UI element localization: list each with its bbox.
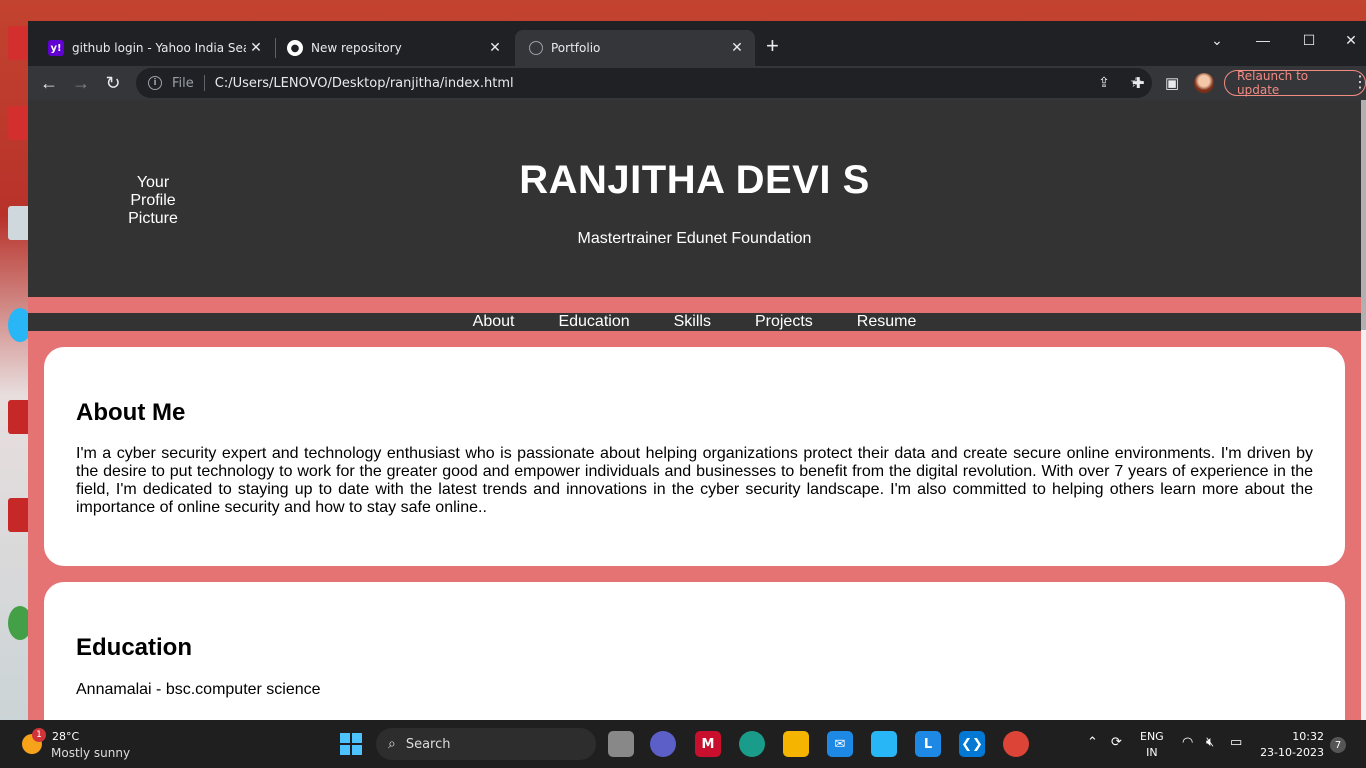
back-button[interactable]: ← — [36, 70, 62, 96]
weather-condition[interactable]: Mostly sunny — [51, 746, 130, 760]
site-header: Your Profile Picture RANJITHA DEVI S Mas… — [28, 100, 1361, 297]
sync-icon[interactable]: ⟳ — [1111, 735, 1122, 750]
tab-title: github login - Yahoo India Search — [72, 41, 246, 55]
share-icon[interactable]: ⇪ — [1088, 75, 1120, 91]
computer-icon[interactable] — [871, 731, 897, 757]
info-icon[interactable]: i — [148, 76, 162, 90]
nav-link-about[interactable]: About — [473, 313, 515, 331]
page-scrollbar[interactable] — [1361, 100, 1366, 720]
new-tab-button[interactable]: + — [766, 35, 779, 57]
battery-icon[interactable]: ▭ — [1230, 735, 1242, 750]
about-section: About Me I'm a cyber security expert and… — [44, 347, 1345, 566]
section-heading: Education — [76, 634, 193, 661]
profile-avatar[interactable] — [1194, 73, 1214, 93]
tab-strip: y! github login - Yahoo India Search ✕ ●… — [28, 21, 1366, 66]
site-nav: About Education Skills Projects Resume — [28, 313, 1361, 331]
reload-button[interactable]: ↻ — [100, 70, 126, 96]
date: 23-10-2023 — [1260, 746, 1324, 759]
weather-badge: 1 — [32, 728, 46, 742]
browser-window: y! github login - Yahoo India Search ✕ ●… — [28, 21, 1366, 720]
about-text: I'm a cyber security expert and technolo… — [76, 445, 1313, 516]
wifi-icon[interactable]: ◠ — [1182, 735, 1193, 750]
search-icon: ⌕ — [388, 736, 396, 752]
address-bar[interactable]: i File C:/Users/LENOVO/Desktop/ranjitha/… — [136, 68, 1152, 98]
extensions-icon[interactable]: ✚ — [1132, 74, 1145, 92]
close-icon[interactable]: ✕ — [246, 40, 266, 56]
maximize-button[interactable]: ☐ — [1286, 25, 1332, 55]
nav-link-resume[interactable]: Resume — [857, 313, 917, 331]
tab-search-chevron-icon[interactable]: ⌄ — [1194, 25, 1240, 55]
education-section: Education Annamalai - bsc.computer scien… — [44, 582, 1345, 720]
section-heading: About Me — [76, 399, 186, 426]
close-icon[interactable]: ✕ — [485, 40, 505, 56]
taskbar-search[interactable]: ⌕ Search — [376, 728, 596, 760]
language-code: ENG — [1140, 730, 1164, 743]
nav-link-projects[interactable]: Projects — [755, 313, 813, 331]
nav-link-education[interactable]: Education — [558, 313, 629, 331]
relaunch-to-update-button[interactable]: Relaunch to update — [1224, 69, 1366, 97]
tab-portfolio[interactable]: Portfolio ✕ — [515, 30, 755, 66]
page-viewport: Your Profile Picture RANJITHA DEVI S Mas… — [28, 100, 1361, 720]
minimize-button[interactable]: — — [1240, 25, 1286, 55]
taskbar: 1 28°C Mostly sunny ⌕ Search M ✉ L ❮❯ ⌃ … — [0, 720, 1366, 768]
browser-toolbar: ← → ↻ i File C:/Users/LENOVO/Desktop/ran… — [28, 66, 1366, 100]
notification-badge[interactable]: 7 — [1330, 737, 1346, 753]
tab-title: Portfolio — [551, 41, 601, 55]
edge-icon[interactable] — [739, 731, 765, 757]
file-explorer-icon[interactable] — [783, 731, 809, 757]
start-button[interactable] — [340, 733, 362, 755]
url-text[interactable]: C:/Users/LENOVO/Desktop/ranjitha/index.h… — [215, 76, 1088, 91]
github-icon: ● — [287, 40, 303, 56]
page-subtitle: Mastertrainer Edunet Foundation — [577, 230, 812, 247]
close-icon[interactable]: ✕ — [727, 40, 747, 56]
scrollbar-thumb[interactable] — [1361, 100, 1366, 330]
more-menu-icon[interactable]: ⋮ — [1352, 72, 1366, 92]
show-hidden-icons-chevron-icon[interactable]: ⌃ — [1087, 735, 1098, 750]
vscode-icon[interactable]: ❮❯ — [959, 731, 985, 757]
language-indicator[interactable]: ENG IN — [1140, 729, 1164, 761]
globe-icon — [529, 41, 543, 55]
tab-yahoo-search[interactable]: y! github login - Yahoo India Search ✕ — [34, 30, 274, 66]
education-text: Annamalai - bsc.computer science — [76, 681, 321, 698]
chat-icon[interactable] — [650, 731, 676, 757]
task-view-icon[interactable] — [608, 731, 634, 757]
time: 10:32 — [1292, 730, 1324, 743]
weather-temperature[interactable]: 28°C — [52, 730, 79, 743]
yahoo-icon: y! — [48, 40, 64, 56]
volume-muted-icon[interactable]: 🔇︎ — [1206, 735, 1214, 750]
forward-button[interactable]: → — [68, 70, 94, 96]
tab-new-repository[interactable]: ● New repository ✕ — [273, 30, 513, 66]
clock[interactable]: 10:32 23-10-2023 — [1258, 729, 1324, 761]
page-title: RANJITHA DEVI S — [519, 158, 870, 202]
mcafee-icon[interactable]: M — [695, 731, 721, 757]
region-code: IN — [1146, 746, 1158, 759]
search-placeholder: Search — [405, 736, 451, 752]
divider — [203, 75, 205, 91]
tab-title: New repository — [311, 41, 402, 55]
nav-link-skills[interactable]: Skills — [674, 313, 711, 331]
lenovo-app-icon[interactable]: L — [915, 731, 941, 757]
side-panel-icon[interactable]: ▣ — [1165, 74, 1179, 92]
mail-icon[interactable]: ✉ — [827, 731, 853, 757]
url-scheme: File — [172, 75, 194, 91]
close-window-button[interactable]: ✕ — [1328, 25, 1366, 55]
chrome-icon[interactable] — [1003, 731, 1029, 757]
